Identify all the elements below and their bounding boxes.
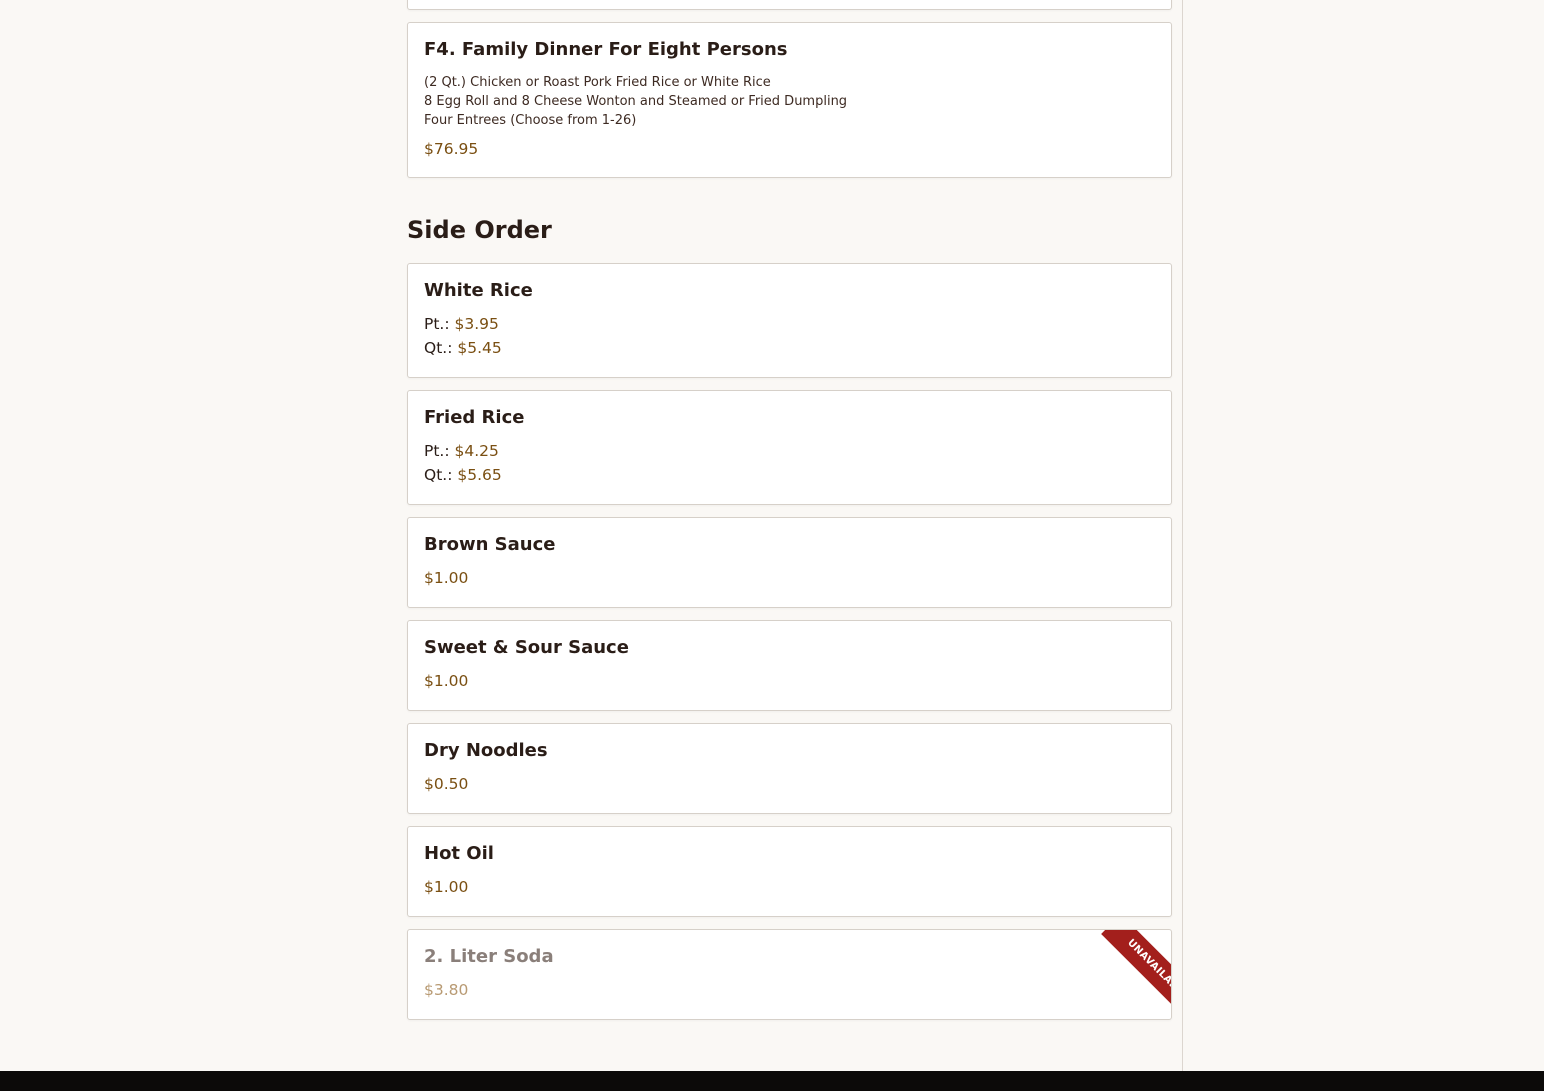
item-price-line: $3.80 xyxy=(424,981,468,999)
item-price: $3.95 xyxy=(454,315,499,333)
item-price: $76.95 xyxy=(424,140,479,158)
footer-bar xyxy=(0,1071,1544,1091)
item-price-line-quart: Qt.: $5.45 xyxy=(424,339,502,357)
size-label: Pt.: xyxy=(424,442,450,460)
item-price: $5.65 xyxy=(457,466,502,484)
description-line: Four Entrees (Choose from 1-26) xyxy=(424,113,637,128)
item-price-line-pint: Pt.: $4.25 xyxy=(424,442,499,460)
item-price-line: $0.50 xyxy=(424,775,468,793)
menu-item-hot-oil[interactable]: Hot Oil $1.00 xyxy=(407,826,1172,917)
item-price-line-quart: Qt.: $5.65 xyxy=(424,466,502,484)
item-title: F4. Family Dinner For Eight Persons xyxy=(424,39,788,60)
item-price: $3.80 xyxy=(424,981,469,999)
menu-item-dry-noodles[interactable]: Dry Noodles $0.50 xyxy=(407,723,1172,814)
description-line: (2 Qt.) Chicken or Roast Pork Fried Rice… xyxy=(424,75,771,90)
unavailable-badge: UNAVAILABLE xyxy=(1101,930,1171,1019)
description-line: 8 Egg Roll and 8 Cheese Wonton and Steam… xyxy=(424,94,848,109)
size-label: Qt.: xyxy=(424,339,453,357)
item-price-line: $1.00 xyxy=(424,878,468,896)
item-title: Hot Oil xyxy=(424,843,494,864)
menu-item-fried-rice[interactable]: Fried Rice Pt.: $4.25 Qt.: $5.65 xyxy=(407,390,1172,505)
item-price-line: $1.00 xyxy=(424,672,468,690)
item-title: Fried Rice xyxy=(424,407,525,428)
unavailable-ribbon: UNAVAILABLE xyxy=(1076,930,1171,1019)
item-description: (2 Qt.) Chicken or Roast Pork Fried Rice… xyxy=(424,73,847,130)
column-divider xyxy=(1182,0,1183,1071)
item-title: White Rice xyxy=(424,280,533,301)
item-title: Brown Sauce xyxy=(424,534,556,555)
item-price-line: $76.95 xyxy=(424,140,478,158)
item-price: $4.25 xyxy=(454,442,499,460)
menu-item-brown-sauce[interactable]: Brown Sauce $1.00 xyxy=(407,517,1172,608)
menu-item-liter-soda: 2. Liter Soda $3.80 UNAVAILABLE xyxy=(407,929,1172,1020)
item-title: Sweet & Sour Sauce xyxy=(424,637,629,658)
menu-item-family-dinner[interactable]: F4. Family Dinner For Eight Persons (2 Q… xyxy=(407,22,1172,178)
menu-item-card-partial[interactable] xyxy=(407,0,1172,10)
size-label: Pt.: xyxy=(424,315,450,333)
item-title: 2. Liter Soda xyxy=(424,946,554,967)
menu-page: F4. Family Dinner For Eight Persons (2 Q… xyxy=(0,0,1544,1091)
item-price: $5.45 xyxy=(457,339,502,357)
section-heading-side-order: Side Order xyxy=(407,216,552,244)
item-price: $1.00 xyxy=(424,878,469,896)
item-price-line-pint: Pt.: $3.95 xyxy=(424,315,499,333)
size-label: Qt.: xyxy=(424,466,453,484)
item-price: $1.00 xyxy=(424,672,469,690)
menu-item-white-rice[interactable]: White Rice Pt.: $3.95 Qt.: $5.45 xyxy=(407,263,1172,378)
item-price: $1.00 xyxy=(424,569,469,587)
item-price-line: $1.00 xyxy=(424,569,468,587)
item-title: Dry Noodles xyxy=(424,740,548,761)
item-price: $0.50 xyxy=(424,775,469,793)
menu-item-sweet-sour-sauce[interactable]: Sweet & Sour Sauce $1.00 xyxy=(407,620,1172,711)
